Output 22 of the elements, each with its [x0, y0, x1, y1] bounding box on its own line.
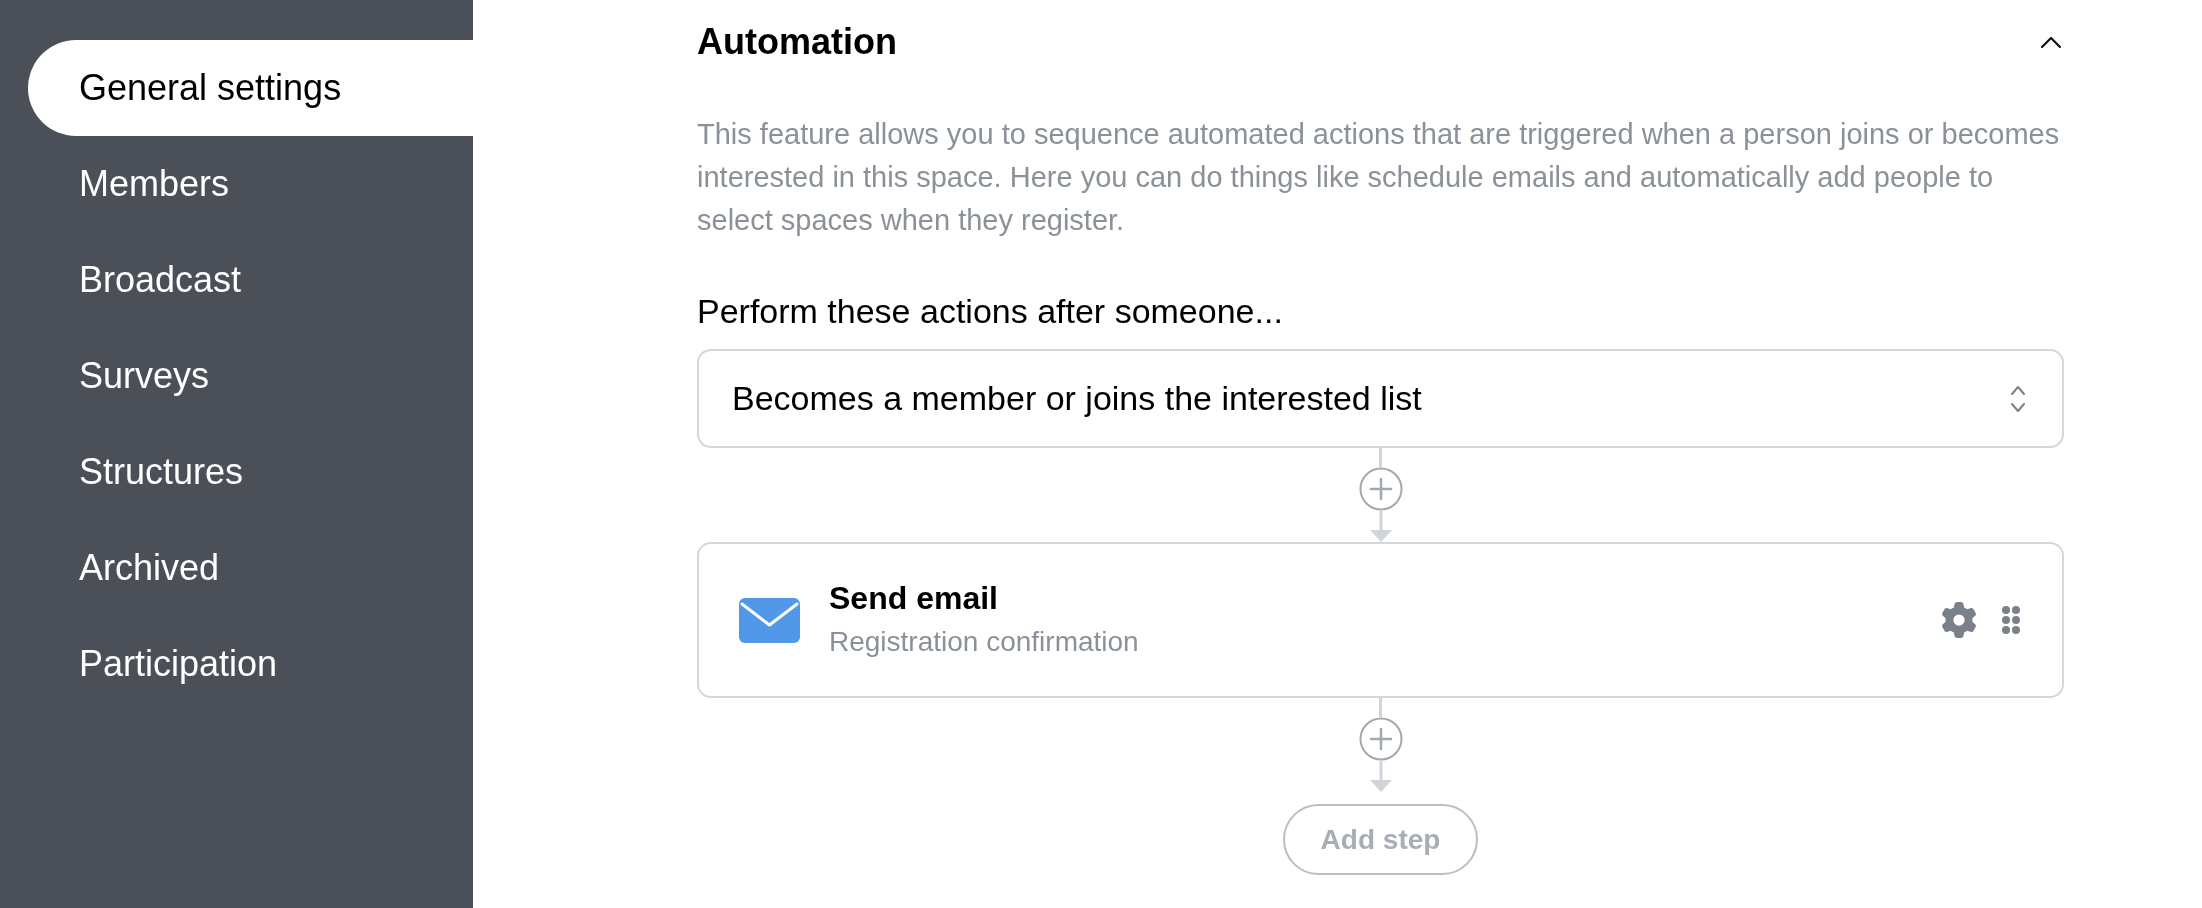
sidebar-item[interactable]: Structures	[28, 424, 473, 520]
connector-arrow	[1368, 761, 1393, 792]
sidebar-item[interactable]: Surveys	[28, 328, 473, 424]
sidebar-item[interactable]: Members	[28, 136, 473, 232]
drag-handle-icon[interactable]	[2001, 605, 2021, 635]
envelope-icon	[739, 597, 800, 643]
section-description: This feature allows you to sequence automated actions that are triggered when a person joins or becomes interested in this space. Here you can do things like schedule emails and automatically add people to select spaces when they register.	[697, 117, 2061, 238]
up-down-chevron-icon	[2010, 383, 2026, 414]
trigger-select[interactable]: Becomes a member or joins the interested list	[697, 349, 2064, 448]
chevron-up-icon[interactable]	[2040, 35, 2062, 49]
add-step-plus-icon[interactable]	[1358, 717, 1403, 761]
sidebar-item[interactable]: General settings	[28, 40, 473, 136]
sidebar-item[interactable]: Broadcast	[28, 232, 473, 328]
step-title: Send email	[829, 579, 998, 618]
sidebar-item[interactable]: Participation	[28, 616, 473, 712]
sidebar-item[interactable]: Archived	[28, 520, 473, 616]
add-step-plus-icon[interactable]	[1358, 467, 1403, 511]
connector-line	[1379, 448, 1382, 467]
section-title: Automation	[697, 20, 897, 64]
step-subtitle: Registration confirmation	[829, 625, 1139, 659]
settings-icon[interactable]	[1941, 602, 1977, 638]
trigger-label: Perform these actions after someone...	[697, 291, 1284, 332]
